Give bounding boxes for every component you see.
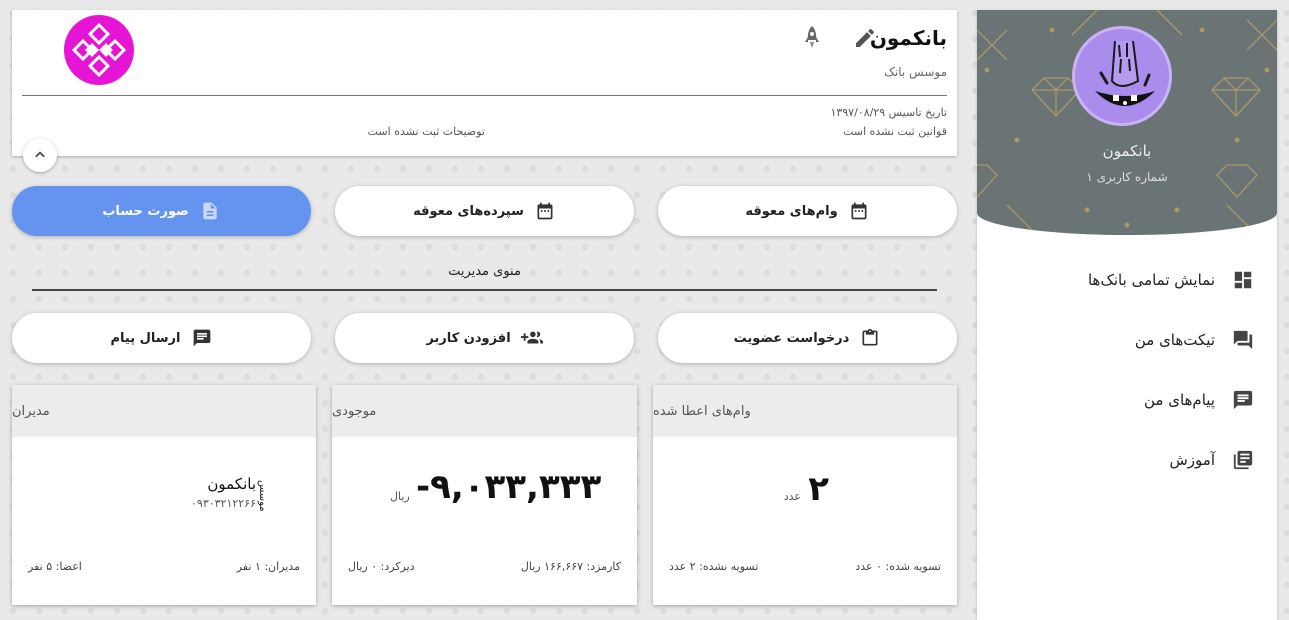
balance-footer: کارمزد: ۱۶۶,۶۶۷ ریال دیرکرد: ۰ ریال bbox=[348, 560, 621, 573]
managers-count: مدیران: ۱ نفر bbox=[236, 560, 300, 573]
message-icon bbox=[1231, 388, 1255, 412]
profile-header: بانکمون شماره کاربری ۱ bbox=[977, 10, 1277, 235]
sidebar: بانکمون شماره کاربری ۱ نمایش تمامی بانک‌… bbox=[977, 10, 1277, 620]
divider bbox=[22, 95, 947, 96]
loans-footer: تسویه شده: ۰ عدد تسویه نشده: ۲ عدد bbox=[669, 560, 941, 573]
dashboard-icon bbox=[1231, 268, 1255, 292]
admin-divider bbox=[32, 289, 937, 291]
managers-card-title: مدیران bbox=[12, 385, 316, 437]
sidebar-item-label: نمایش تمامی بانک‌ها bbox=[1087, 271, 1215, 289]
founder-label: موسس بانک bbox=[884, 65, 947, 79]
loans-unsettled: تسویه نشده: ۲ عدد bbox=[669, 560, 759, 573]
forum-icon bbox=[1231, 328, 1255, 352]
membership-request-button[interactable]: درخواست عضویت bbox=[658, 313, 957, 363]
statement-label: صورت حساب bbox=[102, 203, 189, 219]
send-message-label: ارسال پیام bbox=[110, 330, 181, 346]
add-user-button[interactable]: افزودن کاربر bbox=[335, 313, 634, 363]
sidebar-item-label: پیام‌های من bbox=[1143, 391, 1215, 409]
balance-card-title: موجودی bbox=[332, 385, 637, 437]
manager-name: بانکمون bbox=[207, 475, 256, 493]
collapse-button[interactable] bbox=[23, 138, 57, 172]
bank-description: توضیحات ثبت نشده است bbox=[367, 125, 485, 138]
sidebar-item-label: آموزش bbox=[1169, 451, 1215, 469]
manager-phone: ۰۹۳۰۳۲۱۲۲۶۶ bbox=[191, 497, 256, 510]
message-icon bbox=[191, 327, 213, 349]
calendar-icon bbox=[848, 200, 870, 222]
clipboard-icon bbox=[859, 327, 881, 349]
overdue-loans-label: وام‌های معوقه bbox=[745, 203, 838, 219]
rocket-icon[interactable] bbox=[803, 24, 821, 52]
sidebar-item-tutorial[interactable]: آموزش bbox=[977, 430, 1277, 490]
balance-fee: کارمزد: ۱۶۶,۶۶۷ ریال bbox=[520, 560, 621, 573]
bank-title: بانکمون bbox=[869, 26, 947, 50]
loans-card-title: وام‌های اعطا شده bbox=[653, 385, 957, 437]
loans-count: ۲ bbox=[808, 469, 829, 509]
managers-card: مدیران بانکمون ۰۹۳۰۳۲۱۲۲۶۶ موسس مدیران: … bbox=[12, 385, 316, 605]
sidebar-item-label: تیکت‌های من bbox=[1134, 331, 1215, 349]
sidebar-item-my-tickets[interactable]: تیکت‌های من bbox=[977, 310, 1277, 370]
membership-request-label: درخواست عضویت bbox=[733, 330, 850, 346]
sidebar-user-name: بانکمون bbox=[1102, 142, 1152, 160]
balance-late: دیرکرد: ۰ ریال bbox=[348, 560, 415, 573]
calendar-icon bbox=[534, 200, 556, 222]
balance-value: -۹,۰۳۳,۳۳۳ bbox=[416, 467, 602, 507]
add-user-label: افزودن کاربر bbox=[426, 330, 511, 346]
chevron-up-icon bbox=[35, 151, 45, 158]
statement-button[interactable]: صورت حساب bbox=[12, 186, 311, 236]
sidebar-item-all-banks[interactable]: نمایش تمامی بانک‌ها bbox=[977, 250, 1277, 310]
bank-logo bbox=[64, 15, 134, 85]
library-books-icon bbox=[1231, 448, 1255, 472]
loans-settled: تسویه شده: ۰ عدد bbox=[855, 560, 941, 573]
bank-info-card: بانکمون موسس بانک تاریخ تاسیس ۱۳۹۷/۰۸/۲۹… bbox=[12, 10, 957, 156]
balance-unit: ریال bbox=[390, 490, 410, 503]
manager-entry[interactable]: بانکمون ۰۹۳۰۳۲۱۲۲۶۶ bbox=[96, 475, 256, 510]
group-add-icon bbox=[520, 327, 543, 349]
manager-role: موسس bbox=[257, 480, 268, 512]
overdue-deposits-label: سپرده‌های معوقه bbox=[413, 203, 524, 219]
document-icon bbox=[199, 200, 221, 222]
overdue-loans-button[interactable]: وام‌های معوقه bbox=[658, 186, 957, 236]
admin-menu-title: منوی مدیریت bbox=[448, 264, 521, 279]
sidebar-user-number: شماره کاربری ۱ bbox=[1086, 170, 1168, 184]
balance-card: موجودی -۹,۰۳۳,۳۳۳ ریال کارمزد: ۱۶۶,۶۶۷ ر… bbox=[332, 385, 637, 605]
loans-card: وام‌های اعطا شده ۲ عدد تسویه شده: ۰ عدد … bbox=[653, 385, 957, 605]
sidebar-nav: نمایش تمامی بانک‌ها تیکت‌های من پیام‌های… bbox=[977, 250, 1277, 490]
sidebar-item-my-messages[interactable]: پیام‌های من bbox=[977, 370, 1277, 430]
bank-rules: قوانین ثبت نشده است bbox=[843, 125, 947, 138]
founded-date: تاریخ تاسیس ۱۳۹۷/۰۸/۲۹ bbox=[830, 106, 947, 119]
loans-unit: عدد bbox=[783, 490, 801, 503]
members-count: اعضا: ۵ نفر bbox=[28, 560, 82, 573]
send-message-button[interactable]: ارسال پیام bbox=[12, 313, 311, 363]
user-avatar[interactable] bbox=[1072, 26, 1172, 126]
edit-icon[interactable] bbox=[853, 26, 879, 52]
managers-footer: مدیران: ۱ نفر اعضا: ۵ نفر bbox=[28, 560, 300, 573]
overdue-deposits-button[interactable]: سپرده‌های معوقه bbox=[335, 186, 634, 236]
